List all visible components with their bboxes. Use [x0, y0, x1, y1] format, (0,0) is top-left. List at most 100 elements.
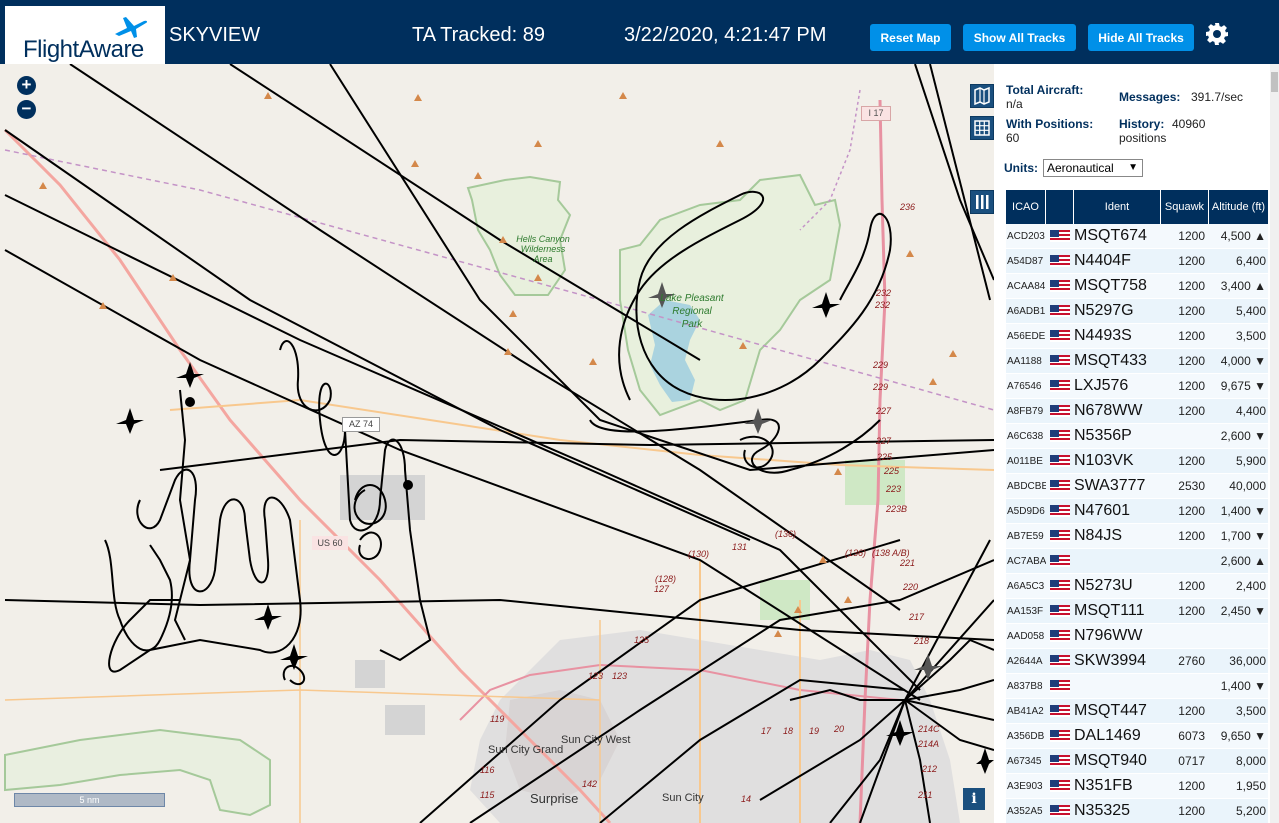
table-row[interactable]: AB41A2 MSQT447 1200 3,500: [1006, 699, 1268, 724]
history-unit: positions: [1119, 131, 1167, 145]
row-flag: [1046, 280, 1074, 292]
show-all-tracks-button[interactable]: Show All Tracks: [963, 24, 1076, 51]
row-icao: AB7E59: [1007, 530, 1044, 542]
hide-all-tracks-button[interactable]: Hide All Tracks: [1088, 24, 1194, 51]
us-flag-icon: [1050, 430, 1070, 442]
exit-label: 225: [884, 466, 900, 476]
columns-toggle-button[interactable]: [970, 190, 994, 214]
row-squawk: 1200: [1178, 404, 1205, 418]
exit-label: 119: [490, 714, 505, 724]
exit-label: 227: [876, 436, 892, 446]
row-squawk: 1200: [1178, 354, 1205, 368]
row-flag: [1046, 680, 1074, 692]
row-flag: [1046, 505, 1074, 517]
table-row[interactable]: A6ADB1 N5297G 1200 5,400: [1006, 299, 1268, 324]
row-flag: [1046, 355, 1074, 367]
us-flag-icon: [1050, 505, 1070, 517]
exit-label: 17: [761, 726, 772, 736]
zoom-out-button[interactable]: −: [17, 100, 36, 119]
row-altitude: 5,400: [1235, 304, 1266, 318]
column-ident[interactable]: Ident: [1074, 190, 1161, 224]
row-icao: ACD203: [1007, 230, 1045, 242]
exit-label: 142: [582, 779, 598, 789]
row-flag: [1046, 555, 1074, 567]
table-row[interactable]: A356DB DAL1469 6073 9,650 ▼: [1006, 724, 1268, 749]
us-flag-icon: [1050, 380, 1070, 392]
us-flag-icon: [1050, 530, 1070, 542]
row-altitude: 3,400 ▲: [1220, 279, 1266, 293]
table-row[interactable]: ABDCBE SWA3777 2530 40,000: [1006, 474, 1268, 499]
table-row[interactable]: A5D9D6 N47601 1200 1,400 ▼: [1006, 499, 1268, 524]
table-row[interactable]: A3E903 N351FB 1200 1,950: [1006, 774, 1268, 799]
row-icao: A5D9D6: [1007, 505, 1045, 517]
exit-label: 223: [886, 484, 902, 494]
scrollbar-thumb[interactable]: [1271, 72, 1278, 92]
map-grid-button[interactable]: [970, 116, 994, 140]
table-row[interactable]: A67345 MSQT940 0717 8,000: [1006, 749, 1268, 774]
logo-text: FlightAware: [23, 36, 144, 63]
zoom-in-button[interactable]: +: [17, 76, 36, 95]
table-row[interactable]: A6C638 N5356P 2,600 ▼: [1006, 424, 1268, 449]
table-row[interactable]: A56EDE N4493S 1200 3,500: [1006, 324, 1268, 349]
column-icao[interactable]: ICAO: [1006, 190, 1046, 224]
row-ident: SWA3777: [1074, 477, 1146, 494]
column-altitude[interactable]: Altitude (ft): [1209, 190, 1268, 224]
exit-label: 131: [732, 542, 748, 552]
row-ident: MSQT674: [1074, 227, 1147, 244]
table-row[interactable]: A352A5 N35325 1200 5,200: [1006, 799, 1268, 823]
row-ident: N5273U: [1074, 577, 1133, 594]
exit-label: 18: [783, 726, 794, 736]
table-row[interactable]: A011BE N103VK 1200 5,900: [1006, 449, 1268, 474]
gear-icon[interactable]: [1205, 22, 1229, 46]
us-flag-icon: [1050, 655, 1070, 667]
table-row[interactable]: AB7E59 N84JS 1200 1,700 ▼: [1006, 524, 1268, 549]
messages-label: Messages:: [1119, 90, 1181, 104]
flightaware-logo[interactable]: FlightAware: [5, 6, 165, 64]
row-icao: AA1188: [1007, 355, 1042, 367]
sidebar-scrollbar[interactable]: [1270, 64, 1279, 823]
us-flag-icon: [1050, 805, 1070, 817]
exit-label: 225: [877, 452, 893, 462]
us-flag-icon: [1050, 630, 1070, 642]
units-select[interactable]: Aeronautical ▼: [1043, 159, 1143, 177]
with-positions-value: 60: [1006, 131, 1020, 145]
table-row[interactable]: A837B8 1,400 ▼: [1006, 674, 1268, 699]
row-icao: A6C638: [1007, 430, 1044, 442]
row-flag: [1046, 730, 1074, 742]
table-row[interactable]: A54D87 N4404F 1200 6,400: [1006, 249, 1268, 274]
row-flag: [1046, 580, 1074, 592]
row-flag: [1046, 255, 1074, 267]
header-bar: FlightAware SKYVIEW TA Tracked: 89 3/22/…: [0, 0, 1279, 64]
with-positions-label: With Positions:: [1006, 117, 1094, 131]
table-row[interactable]: A8FB79 N678WW 1200 4,400: [1006, 399, 1268, 424]
table-row[interactable]: AAD058 N796WW: [1006, 624, 1268, 649]
table-row[interactable]: AA153F MSQT111 1200 2,450 ▼: [1006, 599, 1268, 624]
column-squawk[interactable]: Squawk: [1161, 190, 1209, 224]
table-row[interactable]: ACD203 MSQT674 1200 4,500 ▲: [1006, 224, 1268, 249]
row-squawk: 1200: [1178, 604, 1205, 618]
row-flag: [1046, 230, 1074, 242]
row-altitude: 8,000: [1235, 754, 1266, 768]
exit-label: 220: [903, 582, 919, 592]
map-layers-button[interactable]: [970, 84, 994, 108]
exit-label: 223B: [886, 504, 908, 514]
table-row[interactable]: A76546 LXJ576 1200 9,675 ▼: [1006, 374, 1268, 399]
exit-label: 212: [922, 764, 938, 774]
map-canvas[interactable]: Hells Canyon Wilderness Area Lake Pleasa…: [0, 64, 994, 823]
table-row[interactable]: AA1188 MSQT433 1200 4,000 ▼: [1006, 349, 1268, 374]
table-row[interactable]: ACAA84 MSQT758 1200 3,400 ▲: [1006, 274, 1268, 299]
row-altitude: 5,200: [1235, 804, 1266, 818]
table-row[interactable]: A2644A SKW3994 2760 36,000: [1006, 649, 1268, 674]
table-row[interactable]: AC7ABA 2,600 ▲: [1006, 549, 1268, 574]
us-flag-icon: [1050, 705, 1070, 717]
row-icao: ABDCBE: [1007, 480, 1046, 492]
site-name: SKYVIEW: [169, 24, 261, 46]
reset-map-button[interactable]: Reset Map: [870, 24, 951, 51]
info-button[interactable]: i: [963, 788, 985, 810]
row-icao: ACAA84: [1007, 280, 1046, 292]
table-row[interactable]: A6A5C3 N5273U 1200 2,400: [1006, 574, 1268, 599]
row-flag: [1046, 405, 1074, 417]
row-flag: [1046, 805, 1074, 817]
us-flag-icon: [1050, 455, 1070, 467]
row-squawk: 1200: [1178, 379, 1205, 393]
